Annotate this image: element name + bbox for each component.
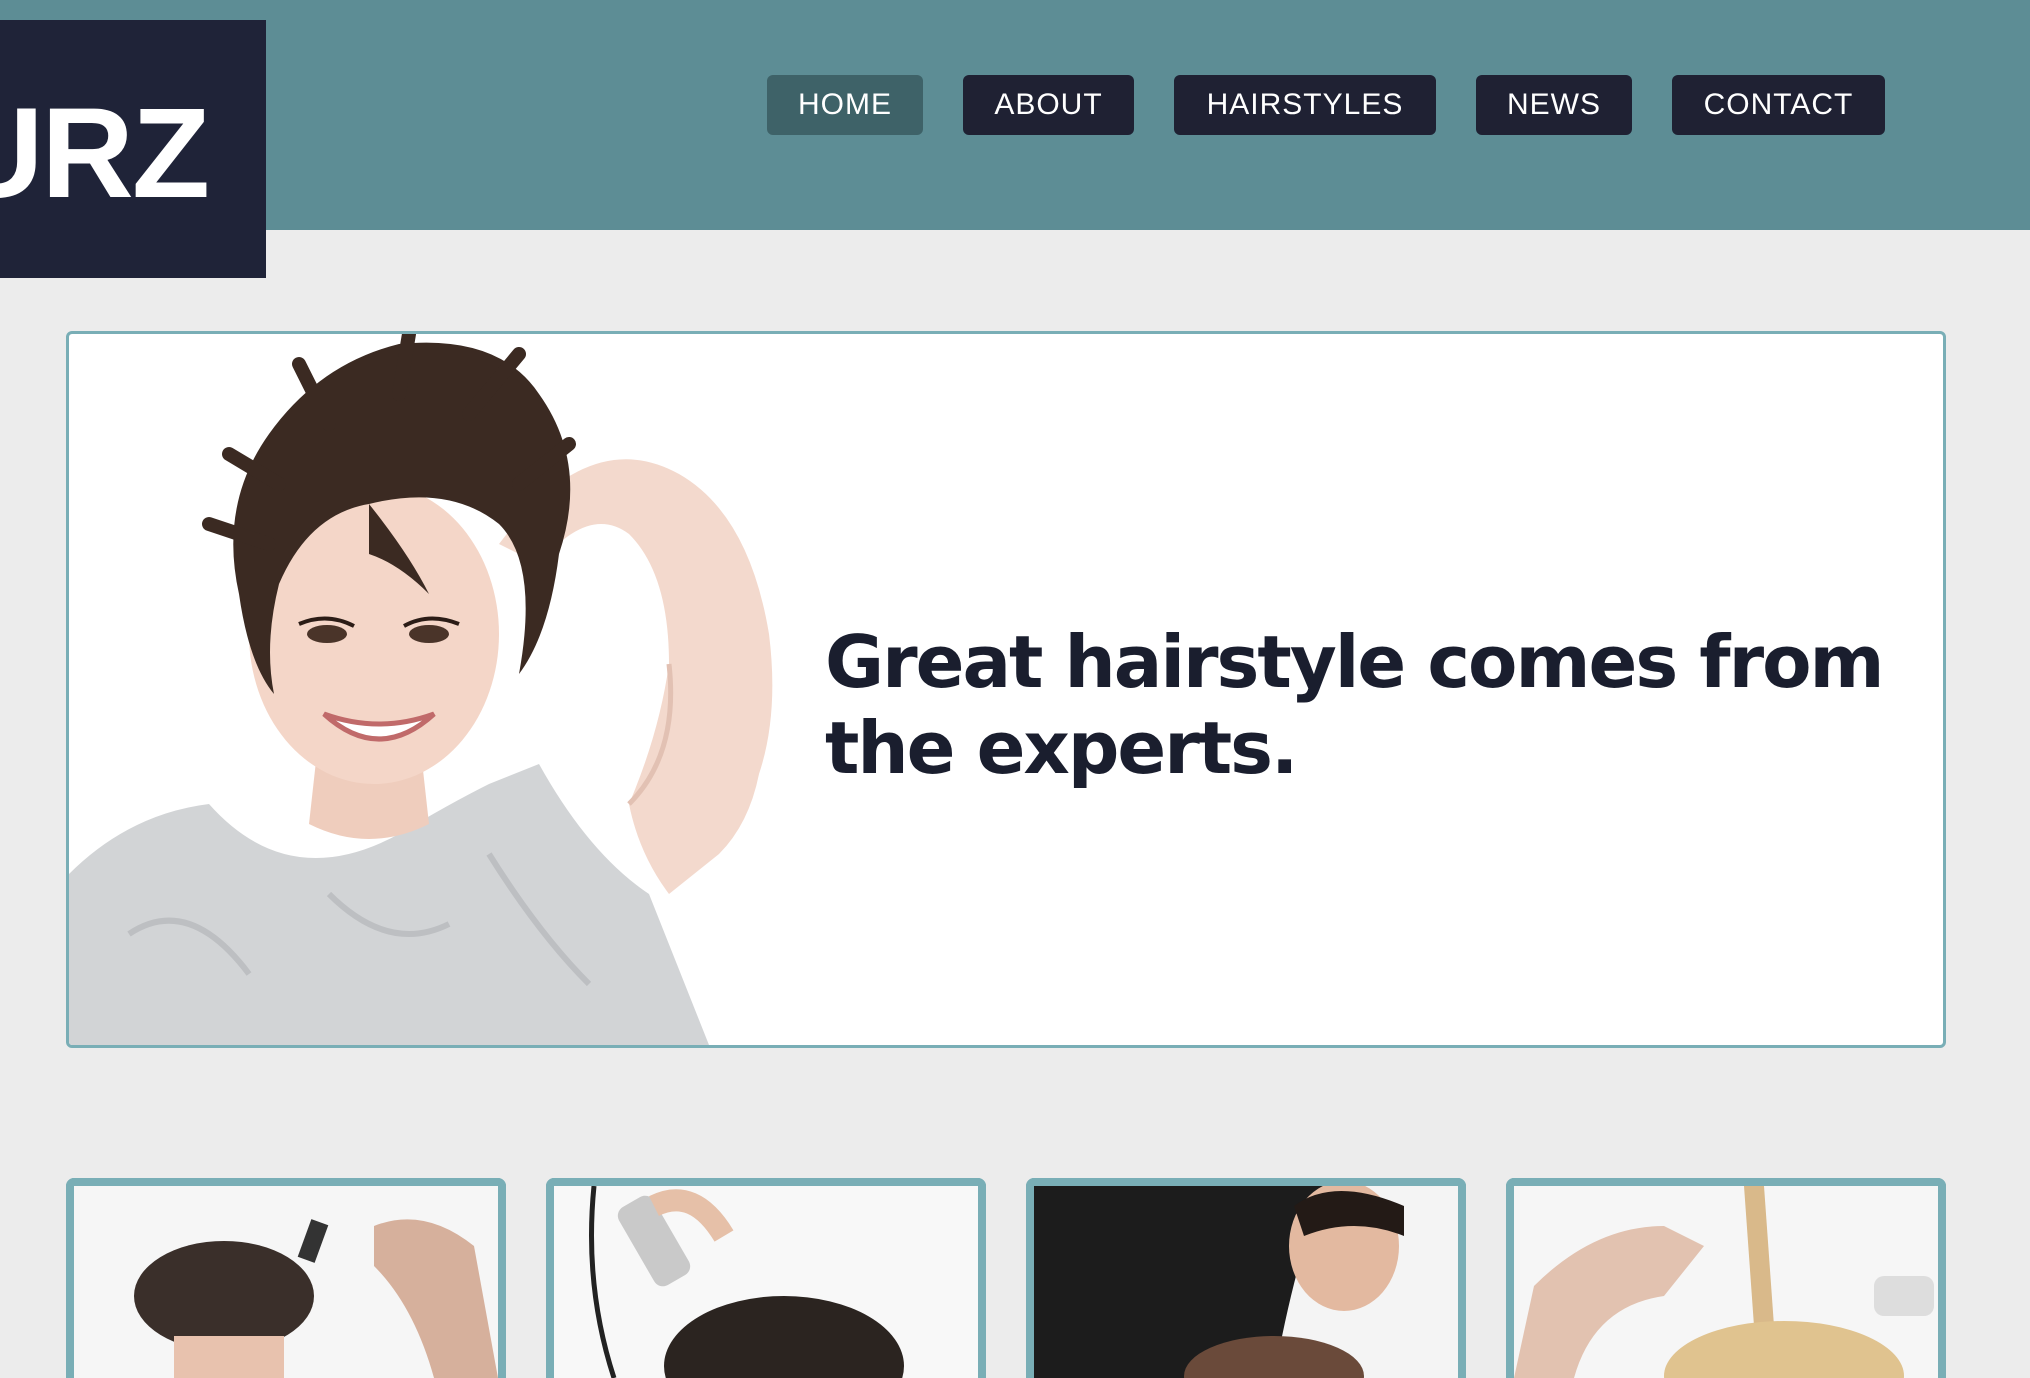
stylist-working-photo bbox=[1034, 1186, 1458, 1378]
hero-banner: Great hairstyle comes from the experts. bbox=[66, 331, 1946, 1048]
gallery-thumb-1[interactable] bbox=[66, 1178, 506, 1378]
gallery-thumb-2[interactable] bbox=[546, 1178, 986, 1378]
site-logo[interactable]: URZ bbox=[0, 20, 266, 278]
site-header: URZ HOME ABOUT HAIRSTYLES NEWS CONTACT bbox=[0, 0, 2030, 278]
nav-news-button[interactable]: NEWS bbox=[1476, 75, 1632, 135]
clipper-haircut-photo bbox=[554, 1186, 978, 1378]
gallery-thumb-4[interactable] bbox=[1506, 1178, 1946, 1378]
main-nav: HOME ABOUT HAIRSTYLES NEWS CONTACT bbox=[0, 75, 2030, 135]
blonde-hair-photo bbox=[1514, 1186, 1938, 1378]
hero-woman-photo bbox=[69, 334, 773, 1045]
nav-contact-button[interactable]: CONTACT bbox=[1672, 75, 1885, 135]
nav-hairstyles-button[interactable]: HAIRSTYLES bbox=[1174, 75, 1436, 135]
nav-home-button[interactable]: HOME bbox=[767, 75, 923, 135]
hero-headline: Great hairstyle comes from the experts. bbox=[825, 620, 1885, 790]
barber-cutting-photo bbox=[74, 1186, 498, 1378]
gallery-thumb-3[interactable] bbox=[1026, 1178, 1466, 1378]
nav-about-button[interactable]: ABOUT bbox=[963, 75, 1134, 135]
